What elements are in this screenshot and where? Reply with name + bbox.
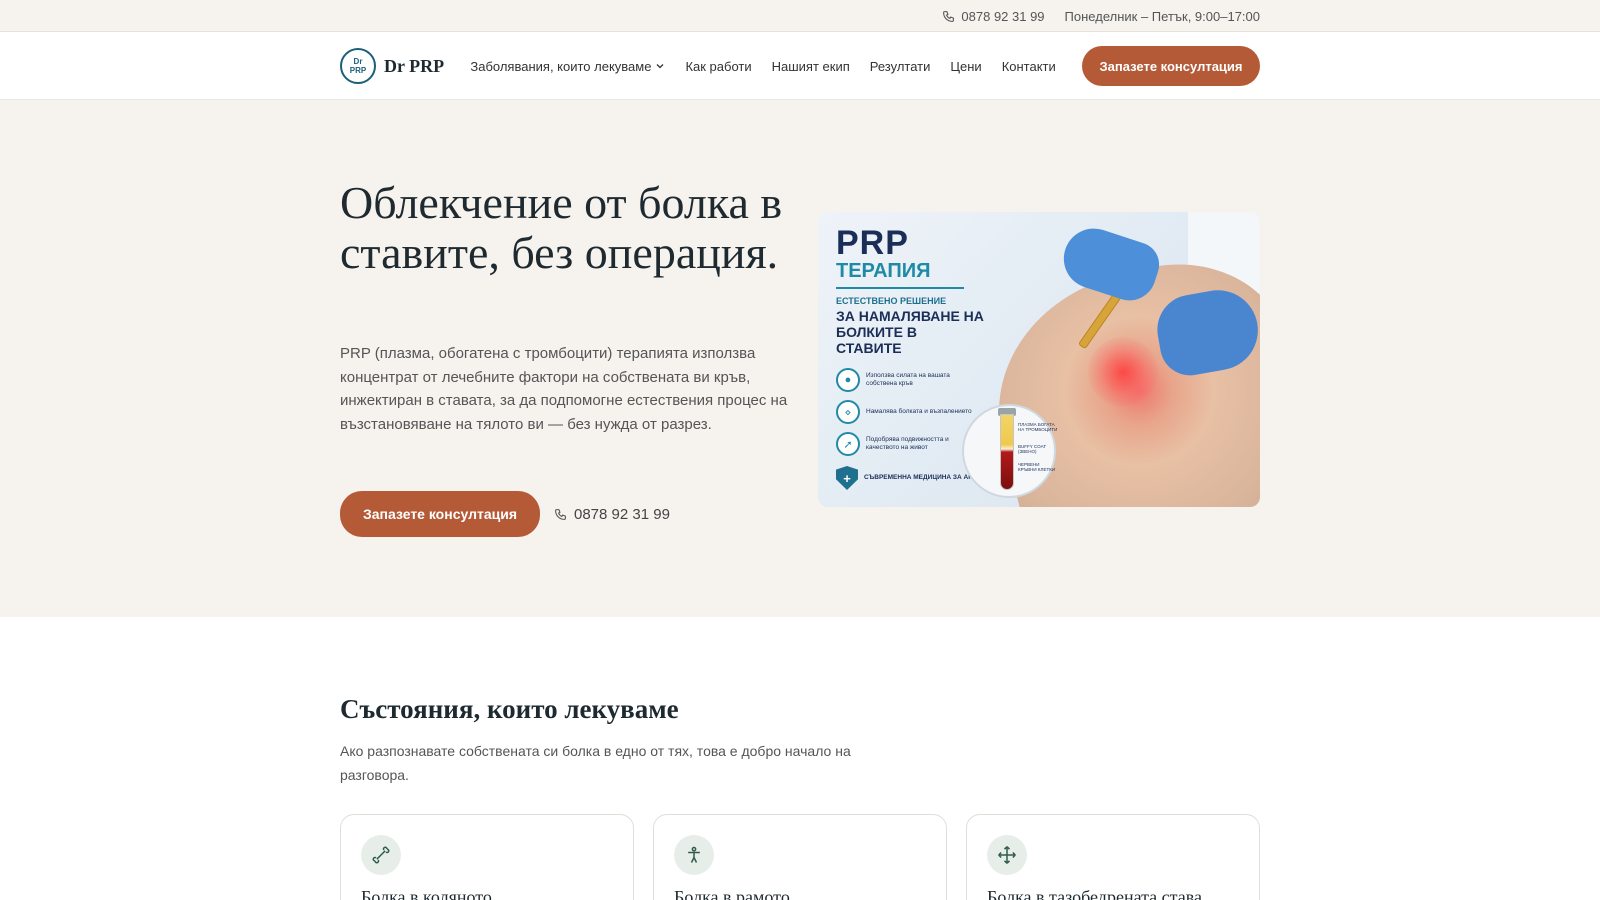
hero-phone-text: 0878 92 31 99: [574, 505, 670, 523]
promo-feature: ➚ Подобрява подвижността и качеството на…: [836, 432, 976, 456]
tube-label: BUFFY COAT (ЗВЕНО): [1018, 444, 1047, 454]
hero-phone-link[interactable]: 0878 92 31 99: [554, 491, 670, 537]
tube-label: ПЛАЗМА БОГАТА НА ТРОМБОЦИТИ: [1018, 422, 1058, 432]
conditions-subtitle: Ако разпознавате собствената си болка в …: [340, 743, 851, 783]
running-icon: ➚: [836, 432, 860, 456]
hero-section: Облекчение от болка в ставите, без опера…: [0, 100, 1600, 617]
hero-book-consultation-button[interactable]: Запазете консултация: [340, 491, 540, 537]
promo-subtitle: ЕСТЕСТВЕНО РЕШЕНИЕ: [836, 296, 947, 306]
move-arrows-icon: [987, 835, 1027, 875]
blood-tube-inset: ПЛАЗМА БОГАТА НА ТРОМБОЦИТИ BUFFY COAT (…: [962, 404, 1058, 498]
hero-description: PRP (плазма, обогатена с тромбоцити) тер…: [340, 345, 788, 433]
nav-item-conditions[interactable]: Заболявания, които лекуваме: [470, 59, 665, 74]
tube-label: ЧЕРВЕНИ КРЪВНИ КЛЕТКИ: [1018, 462, 1056, 472]
nav-item-contacts[interactable]: Контакти: [1002, 59, 1056, 74]
nav-menu: Заболявания, които лекуваме Как работи Н…: [470, 59, 1055, 74]
bone-icon: [361, 835, 401, 875]
promo-feature-text: Използва силата на вашата собствена кръв: [866, 372, 950, 387]
brand-logo: Dr PRP: [340, 48, 376, 84]
condition-card-title: Болка в коляното: [361, 887, 492, 900]
nav-item-label: Как работи: [685, 58, 752, 74]
nav-item-label: Цени: [950, 58, 982, 74]
condition-card-hip[interactable]: Болка в тазобедрената става: [966, 814, 1260, 900]
nav-item-label: Резултати: [869, 58, 931, 74]
blood-tube: [1000, 414, 1014, 490]
nav-item-label: Нашият екип: [771, 58, 850, 74]
promo-title-prp: PRP: [836, 224, 909, 262]
nav-item-how-it-works[interactable]: Как работи: [685, 59, 751, 74]
condition-card-title: Болка в тазобедрената става: [987, 887, 1202, 900]
brand-name: Dr PRP: [384, 55, 445, 76]
nav-item-label: Контакти: [1001, 58, 1056, 74]
prp-therapy-promo-image: PRP ТЕРАПИЯ ЕСТЕСТВЕНО РЕШЕНИЕ ЗА НАМАЛЯ…: [818, 212, 1260, 507]
nav-item-team[interactable]: Нашият екип: [772, 59, 850, 74]
phone-icon: [555, 508, 566, 520]
drop-icon: ●: [836, 368, 860, 392]
nav-item-results[interactable]: Резултати: [870, 59, 931, 74]
promo-title-therapy: ТЕРАПИЯ: [836, 260, 931, 282]
hero-title: Облекчение от болка в ставите, без опера…: [340, 177, 783, 278]
main-navigation: Dr PRP Dr PRP Заболявания, които лекувам…: [0, 32, 1600, 100]
person-icon: [674, 835, 714, 875]
topbar-phone-link[interactable]: 0878 92 31 99: [942, 8, 1045, 24]
nav-book-consultation-button[interactable]: Запазете консултация: [1082, 46, 1260, 86]
topbar-phone-text: 0878 92 31 99: [961, 8, 1045, 24]
condition-card-knee[interactable]: Болка в коляното: [340, 814, 634, 900]
nav-item-label: Заболявания, които лекуваме: [470, 58, 652, 74]
phone-icon: [943, 10, 955, 22]
condition-card-title: Болка в рамото: [674, 887, 790, 900]
top-info-bar: 0878 92 31 99 Понеделник – Петък, 9:00–1…: [0, 0, 1600, 32]
promo-feature-text: Подобрява подвижността и качеството на ж…: [866, 436, 949, 451]
topbar-hours: Понеделник – Петък, 9:00–17:00: [1064, 8, 1260, 24]
promo-feature: ⋄ Намалява болката и възпалението: [836, 400, 976, 424]
chevron-down-icon: [656, 64, 664, 69]
promo-feature-text: Намалява болката и възпалението: [866, 408, 972, 415]
promo-divider: [836, 287, 964, 289]
brand-home-link[interactable]: Dr PRP Dr PRP: [340, 48, 444, 84]
condition-card-shoulder[interactable]: Болка в рамото: [653, 814, 947, 900]
pain-glow: [1088, 337, 1158, 407]
conditions-title: Състояния, които лекуваме: [340, 694, 679, 724]
logo-text: Dr PRP: [349, 57, 367, 75]
joint-icon: ⋄: [836, 400, 860, 424]
nav-item-prices[interactable]: Цени: [950, 59, 981, 74]
promo-feature: ● Използва силата на вашата собствена кр…: [836, 368, 976, 392]
shield-cross-icon: +: [836, 466, 858, 490]
promo-headline: ЗА НАМАЛЯВАНЕ НА БОЛКИТЕ В СТАВИТЕ: [836, 308, 984, 356]
